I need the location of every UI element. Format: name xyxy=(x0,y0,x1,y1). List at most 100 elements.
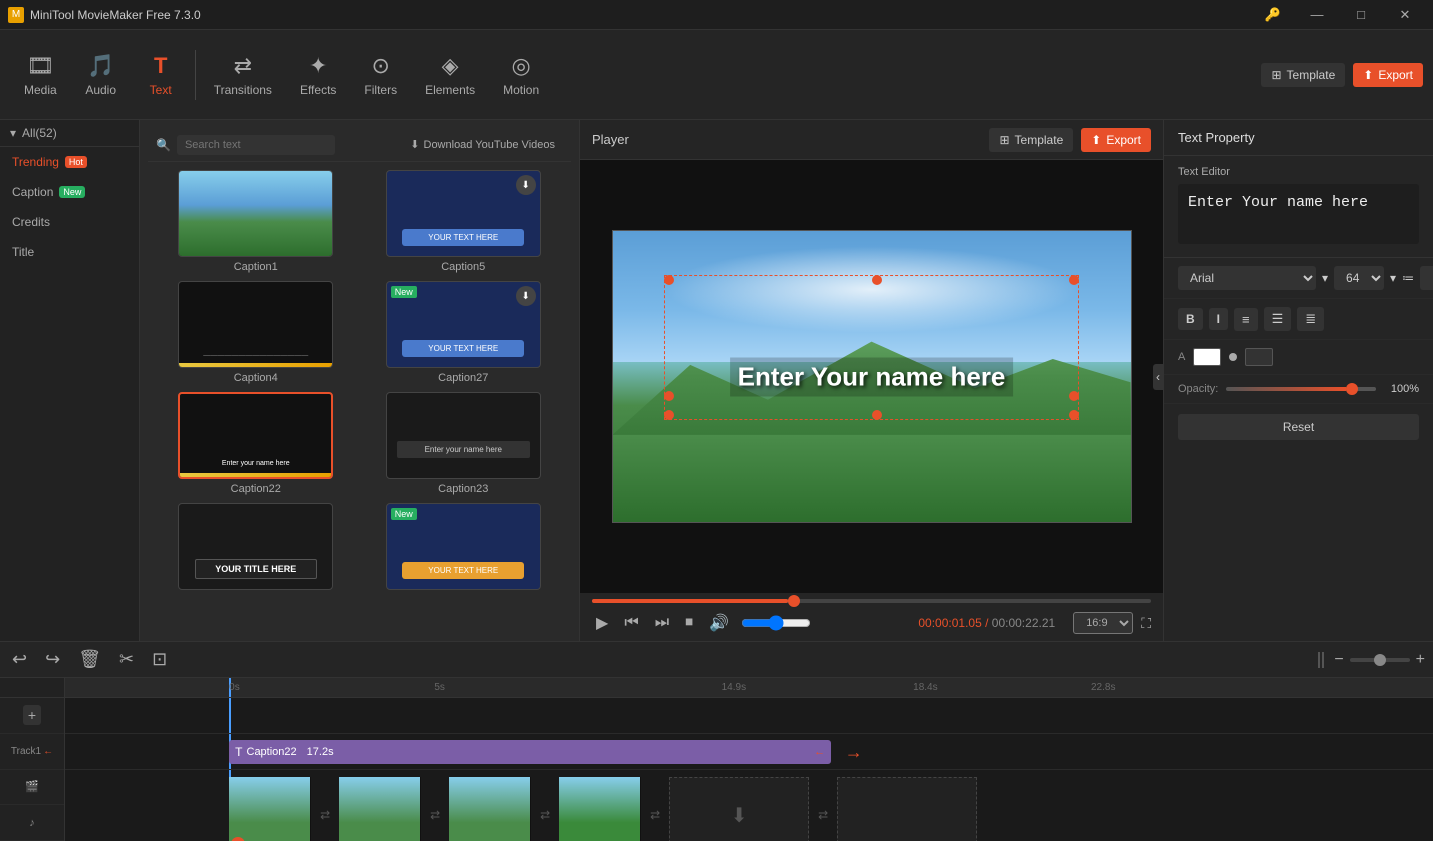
player-timeline-slider[interactable] xyxy=(592,599,1151,603)
aspect-ratio-select[interactable]: 16:9 9:16 4:3 1:1 xyxy=(1073,612,1133,634)
align-center-button[interactable]: ☰ xyxy=(1264,307,1292,331)
template-card-caption23[interactable]: Enter your name here Caption23 xyxy=(364,392,564,495)
zoom-minus-button[interactable]: − xyxy=(1334,651,1343,669)
reset-button[interactable]: Reset xyxy=(1178,414,1419,440)
text-color-swatch[interactable] xyxy=(1193,348,1221,366)
window-controls: 🔑 — □ ✕ xyxy=(1253,0,1425,30)
zoom-thumb[interactable] xyxy=(1374,654,1386,666)
skip-back-button[interactable]: ⏮ xyxy=(620,612,642,634)
template-header-button[interactable]: ⊞ Template xyxy=(989,128,1073,152)
corner-handle-tm[interactable] xyxy=(872,275,882,285)
sidebar-item-title[interactable]: Title xyxy=(0,237,139,267)
collapse-panel-button[interactable]: ‹ xyxy=(1153,364,1163,390)
key-button[interactable]: 🔑 xyxy=(1253,0,1293,30)
text-editor-input[interactable]: Enter Your name here xyxy=(1178,184,1419,244)
opacity-label: Opacity: xyxy=(1178,383,1218,395)
caption-clip[interactable]: T Caption22 17.2s ← xyxy=(229,740,831,764)
list-type-select[interactable]: 1 • xyxy=(1420,266,1433,290)
template-card-lower1[interactable]: YOUR TITLE HERE xyxy=(156,503,356,594)
bold-button[interactable]: B xyxy=(1178,308,1203,330)
toolbar-media[interactable]: 🎞 Media xyxy=(10,38,71,112)
player-title: Player xyxy=(592,132,981,147)
export-header-button[interactable]: ⬆ Export xyxy=(1081,128,1151,152)
template-card-caption5[interactable]: YOUR TEXT HERE ⬇ Caption5 xyxy=(364,170,564,273)
italic-button[interactable]: I xyxy=(1209,308,1228,330)
video-clip-1[interactable]: ✕ xyxy=(229,777,311,841)
transition-icon-2[interactable]: ⇄ xyxy=(421,777,449,841)
volume-slider[interactable] xyxy=(741,615,811,631)
all-count-item[interactable]: ▾ All(52) xyxy=(0,120,139,147)
player-timeline-thumb[interactable] xyxy=(788,595,800,607)
caption-badge: New xyxy=(59,186,85,198)
transition-icon-5[interactable]: ⇄ xyxy=(809,777,837,841)
font-size-select[interactable]: 64 32 48 72 96 xyxy=(1334,266,1384,290)
play-button[interactable]: ▶ xyxy=(592,611,612,635)
template-name-caption27: Caption27 xyxy=(438,372,488,384)
close-button[interactable]: ✕ xyxy=(1385,0,1425,30)
align-right-button[interactable]: ≣ xyxy=(1297,307,1324,331)
corner-handle-tl[interactable] xyxy=(664,275,674,285)
video-text-overlay: Enter Your name here xyxy=(730,357,1014,396)
video-clip-4[interactable] xyxy=(559,777,641,841)
redo-button[interactable]: ↪ xyxy=(41,645,64,674)
template-card-caption1[interactable]: Caption1 xyxy=(156,170,356,273)
toolbar-filters[interactable]: ⊙ Filters xyxy=(350,38,411,112)
template-card-caption27[interactable]: New YOUR TEXT HERE ⬇ Caption27 xyxy=(364,281,564,384)
empty-slot-2[interactable] xyxy=(837,777,977,841)
skip-forward-button[interactable]: ⏭ xyxy=(651,612,673,634)
cut-button[interactable]: ✂ xyxy=(115,645,138,674)
transition-icon-3[interactable]: ⇄ xyxy=(531,777,559,841)
template-card-caption4[interactable]: ——————————————— Caption4 xyxy=(156,281,356,384)
search-input[interactable] xyxy=(177,135,335,155)
video-clip-2[interactable] xyxy=(339,777,421,841)
download-youtube-button[interactable]: ⬇ Download YouTube Videos xyxy=(402,134,563,155)
template-button[interactable]: ⊞ Template xyxy=(1261,63,1345,87)
background-color-swatch[interactable] xyxy=(1245,348,1273,366)
toolbar-motion[interactable]: ◎ Motion xyxy=(489,38,553,112)
toolbar-elements[interactable]: ◈ Elements xyxy=(411,38,489,112)
transition-icon-4[interactable]: ⇄ xyxy=(641,777,669,841)
sidebar-item-credits[interactable]: Credits xyxy=(0,207,139,237)
sidebar-item-trending[interactable]: Trending Hot xyxy=(0,147,139,177)
toolbar-text[interactable]: T Text xyxy=(131,38,191,112)
empty-slot-1[interactable]: ⬇ xyxy=(669,777,809,841)
corner-handle-tr[interactable] xyxy=(1069,275,1079,285)
opacity-row: Opacity: 100% xyxy=(1164,375,1433,404)
toolbar-audio[interactable]: 🎵 Audio xyxy=(71,38,131,112)
minimize-button[interactable]: — xyxy=(1297,0,1337,30)
opacity-thumb[interactable] xyxy=(1346,383,1358,395)
corner-handle-br[interactable] xyxy=(1069,410,1079,420)
transition-icon-1[interactable]: ⇄ xyxy=(311,777,339,841)
timeline-content: + Track1 ← 🎬 ♪ 0s 5s 14.9s 18.4s 22.8s xyxy=(0,678,1433,841)
volume-button[interactable]: 🔊 xyxy=(705,611,733,635)
zoom-plus-button[interactable]: + xyxy=(1416,651,1425,669)
sidebar-item-caption[interactable]: Caption New xyxy=(0,177,139,207)
music-icon: ♪ xyxy=(29,817,35,829)
add-track-button[interactable]: + xyxy=(23,705,41,725)
template-name-caption1: Caption1 xyxy=(234,261,278,273)
templates-grid: Caption1 YOUR TEXT HERE ⬇ Caption5 xyxy=(148,162,571,602)
fullscreen-button[interactable]: ⛶ xyxy=(1141,615,1151,632)
crop-button[interactable]: ⊡ xyxy=(148,645,171,674)
align-left-button[interactable]: ≡ xyxy=(1234,308,1258,331)
video-clip-3[interactable] xyxy=(449,777,531,841)
stop-button[interactable]: ⏹ xyxy=(681,612,697,634)
template-card-lower2[interactable]: New YOUR TEXT HERE xyxy=(364,503,564,594)
undo-button[interactable]: ↩ xyxy=(8,645,31,674)
delete-button[interactable]: 🗑 xyxy=(74,645,105,674)
color-row: A xyxy=(1164,340,1433,375)
opacity-slider[interactable] xyxy=(1226,387,1376,391)
font-family-select[interactable]: Arial Times New Roman Helvetica xyxy=(1178,266,1316,290)
template-card-caption22[interactable]: Enter your name here Caption22 xyxy=(156,392,356,495)
corner-handle-mr[interactable] xyxy=(1069,391,1079,401)
time-separator: / xyxy=(985,616,992,630)
toolbar-transitions[interactable]: ⇄ Transitions xyxy=(200,38,286,112)
zoom-slider[interactable] xyxy=(1350,658,1410,662)
toolbar-effects[interactable]: ✦ Effects xyxy=(286,38,350,112)
maximize-button[interactable]: □ xyxy=(1341,0,1381,30)
export-button[interactable]: ⬆ Export xyxy=(1353,63,1423,87)
timeline-tracks: 0s 5s 14.9s 18.4s 22.8s T Caption22 17.2… xyxy=(65,678,1433,841)
left-sidebar: ▾ All(52) Trending Hot Caption New Credi… xyxy=(0,120,140,641)
corner-handle-bm[interactable] xyxy=(872,410,882,420)
clip-overflow-arrow: → xyxy=(845,742,863,763)
